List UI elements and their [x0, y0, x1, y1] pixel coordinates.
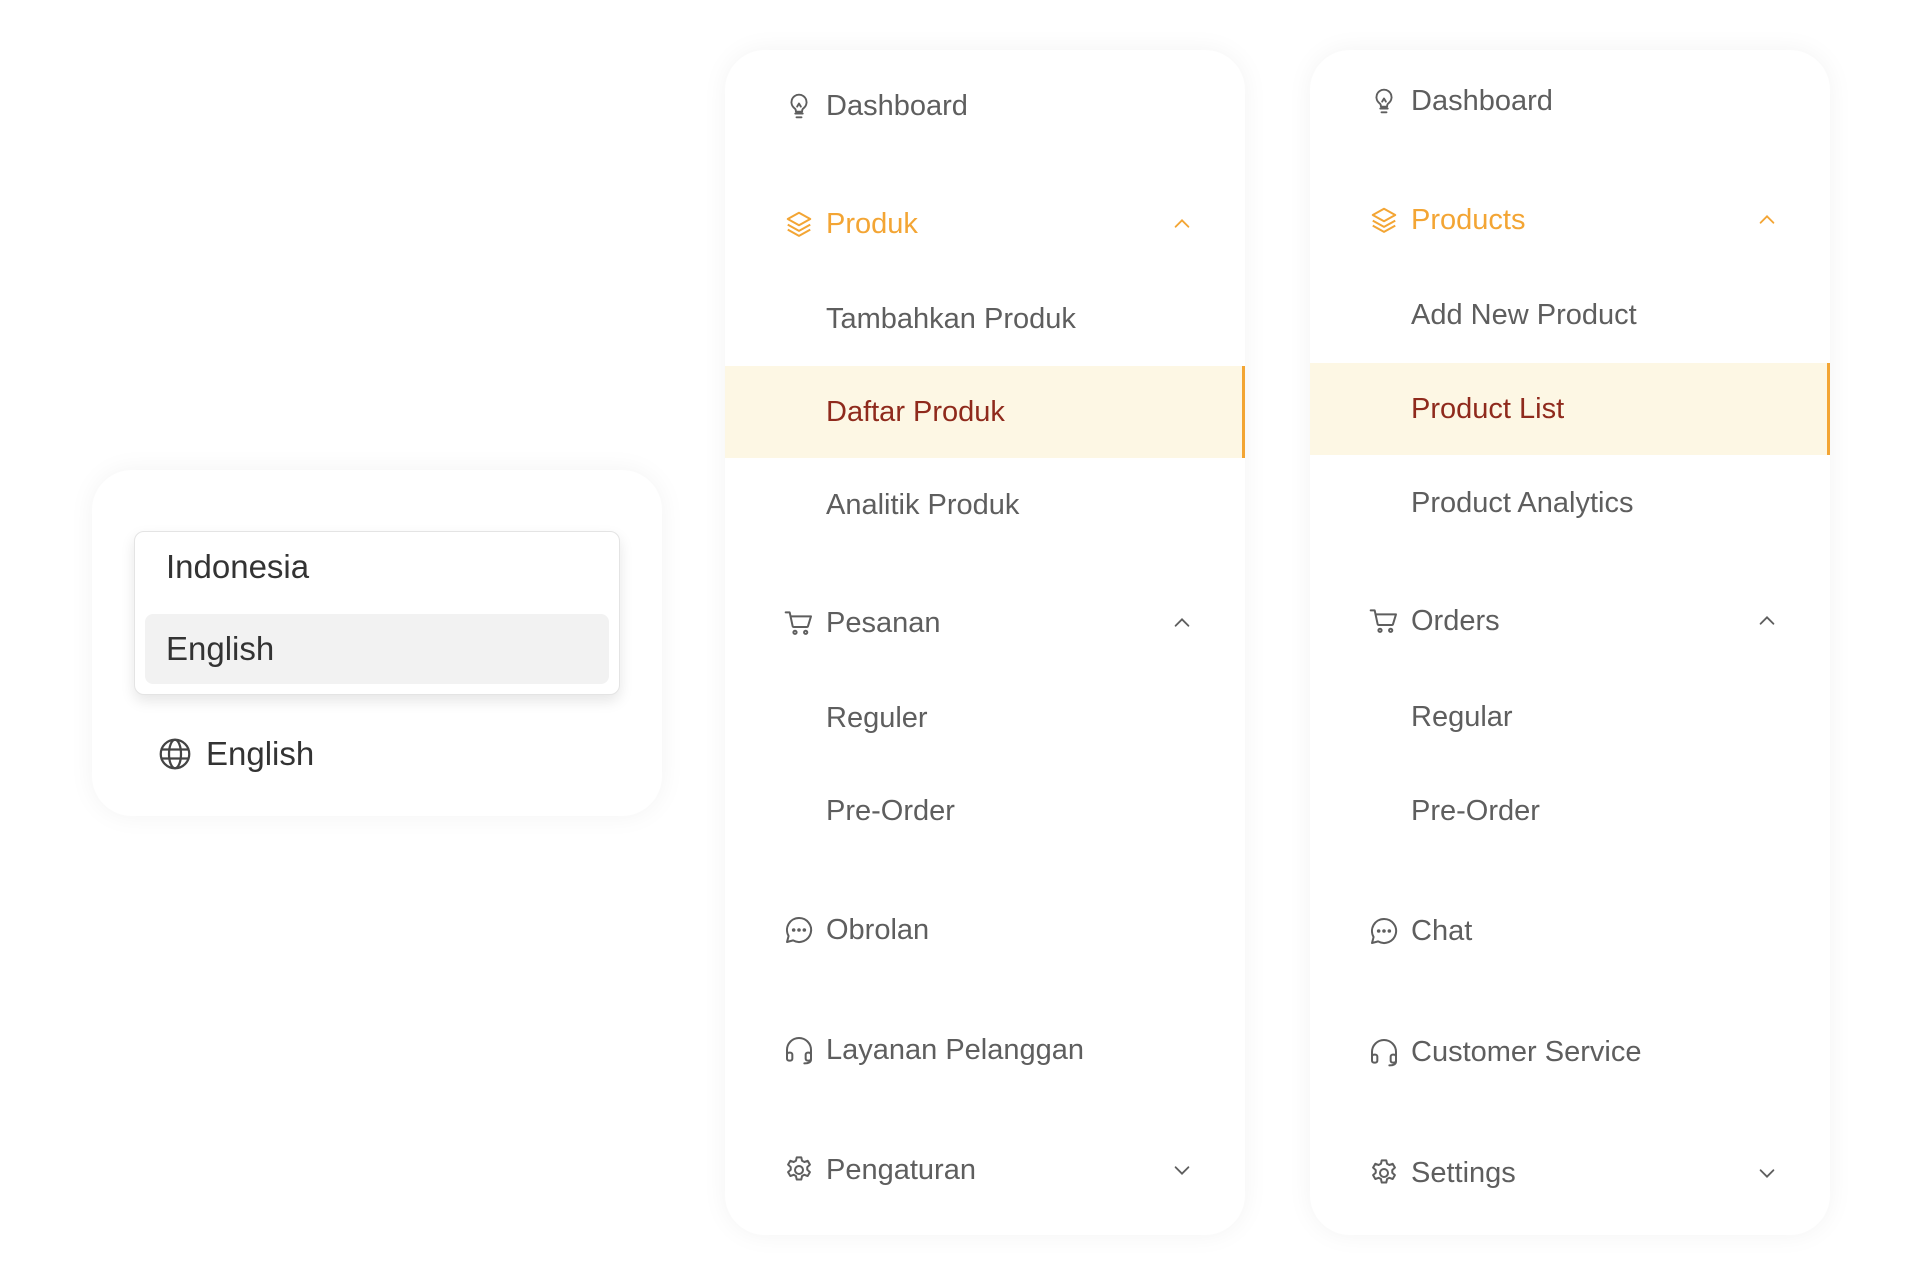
language-picker-card: Indonesia English English: [92, 470, 662, 816]
nav-item-dashboard[interactable]: Dashboard: [725, 60, 1245, 152]
nav-label-orders: Pesanan: [826, 606, 941, 639]
cart-icon: [782, 606, 816, 640]
nav-label-chat: Chat: [1411, 914, 1473, 947]
nav-label-products: Products: [1411, 203, 1526, 236]
cart-icon: [1367, 604, 1401, 638]
subnav-label: Add New Product: [1411, 298, 1637, 331]
subnav-label: Product Analytics: [1411, 486, 1634, 519]
gear-icon: [782, 1153, 816, 1187]
language-option-indonesia[interactable]: Indonesia: [145, 532, 609, 602]
nav-item-settings[interactable]: Settings: [1310, 1127, 1830, 1219]
subnav-item-product-list[interactable]: Daftar Produk: [725, 366, 1245, 458]
subnav-label: Reguler: [826, 701, 928, 734]
nav-item-chat[interactable]: Obrolan: [725, 884, 1245, 976]
subnav-label: Tambahkan Produk: [826, 302, 1076, 335]
subnav-item-product-analytics[interactable]: Analitik Produk: [725, 459, 1245, 551]
nav-label-customer-service: Layanan Pelanggan: [826, 1033, 1085, 1066]
chevron-up-icon[interactable]: [1756, 209, 1778, 231]
sidebar-indonesian: Dashboard Produk Tambahkan Produk Daftar…: [725, 50, 1245, 1235]
nav-item-customer-service[interactable]: Layanan Pelanggan: [725, 1004, 1245, 1096]
chat-bubble-icon: [1367, 914, 1401, 948]
nav-item-products[interactable]: Produk: [725, 178, 1245, 270]
subnav-item-pre-order[interactable]: Pre-Order: [725, 765, 1245, 857]
nav-label-settings: Settings: [1411, 1156, 1516, 1189]
nav-item-orders[interactable]: Pesanan: [725, 577, 1245, 669]
subnav-label: Product List: [1411, 392, 1565, 425]
chevron-down-icon[interactable]: [1171, 1159, 1193, 1181]
nav-item-dashboard[interactable]: Dashboard: [1310, 55, 1830, 147]
subnav-label: Pre-Order: [1411, 794, 1540, 827]
chevron-down-icon[interactable]: [1756, 1162, 1778, 1184]
nav-label-settings: Pengaturan: [826, 1153, 976, 1186]
gear-icon: [1367, 1156, 1401, 1190]
nav-label-chat: Obrolan: [826, 913, 930, 946]
lightbulb-icon: [1367, 84, 1401, 118]
subnav-label: Regular: [1411, 700, 1513, 733]
headphones-icon: [782, 1033, 816, 1067]
subnav-item-product-analytics[interactable]: Product Analytics: [1310, 457, 1830, 549]
subnav-item-product-list[interactable]: Product List: [1310, 363, 1830, 455]
subnav-item-regular[interactable]: Regular: [1310, 671, 1830, 763]
chevron-up-icon[interactable]: [1171, 213, 1193, 235]
layers-icon: [1367, 203, 1401, 237]
language-dropdown-menu: Indonesia English: [134, 531, 620, 695]
nav-label-orders: Orders: [1411, 604, 1500, 637]
chevron-up-icon[interactable]: [1171, 612, 1193, 634]
globe-icon: [157, 736, 193, 772]
sidebar-english: Dashboard Products Add New Product Produ…: [1310, 50, 1830, 1235]
subnav-label: Analitik Produk: [826, 488, 1020, 521]
nav-label-dashboard: Dashboard: [826, 89, 968, 122]
nav-label-products: Produk: [826, 207, 918, 240]
headphones-icon: [1367, 1035, 1401, 1069]
language-selector[interactable]: English: [157, 734, 314, 774]
nav-item-chat[interactable]: Chat: [1310, 885, 1830, 977]
chevron-up-icon[interactable]: [1756, 610, 1778, 632]
nav-item-customer-service[interactable]: Customer Service: [1310, 1006, 1830, 1098]
layers-icon: [782, 207, 816, 241]
subnav-item-add-product[interactable]: Tambahkan Produk: [725, 273, 1245, 365]
lightbulb-icon: [782, 89, 816, 123]
nav-item-products[interactable]: Products: [1310, 174, 1830, 266]
nav-item-settings[interactable]: Pengaturan: [725, 1124, 1245, 1216]
subnav-item-add-product[interactable]: Add New Product: [1310, 269, 1830, 361]
subnav-item-pre-order[interactable]: Pre-Order: [1310, 765, 1830, 857]
nav-item-orders[interactable]: Orders: [1310, 575, 1830, 667]
subnav-label: Daftar Produk: [826, 395, 1005, 428]
nav-label-customer-service: Customer Service: [1411, 1035, 1642, 1068]
subnav-item-regular[interactable]: Reguler: [725, 672, 1245, 764]
language-option-english[interactable]: English: [145, 614, 609, 684]
nav-label-dashboard: Dashboard: [1411, 84, 1553, 117]
language-selector-label: English: [206, 735, 315, 772]
subnav-label: Pre-Order: [826, 794, 955, 827]
chat-bubble-icon: [782, 913, 816, 947]
